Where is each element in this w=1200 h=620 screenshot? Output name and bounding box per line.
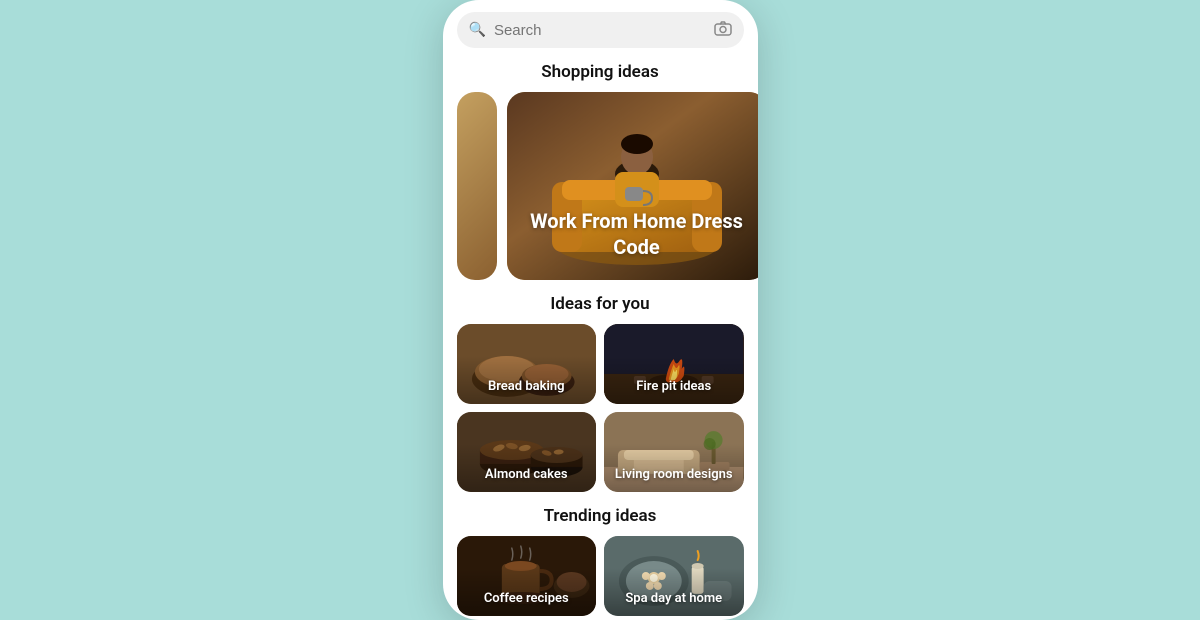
shopping-carousel[interactable]: Work From Home Dress Code [443,92,758,280]
ideas-grid: Bread baking [443,324,758,492]
trending-card-spa-label: Spa day at home [604,536,744,616]
idea-card-almond-cakes[interactable]: Almond cakes [457,412,597,492]
idea-card-fire-pit[interactable]: Fire pit ideas [604,324,744,404]
scroll-content[interactable]: 🔍 Shopping ideas [443,0,758,620]
trending-ideas-title: Trending ideas [443,506,758,526]
idea-card-bread-label: Bread baking [457,324,597,404]
shopping-ideas-title: Shopping ideas [443,62,758,82]
phone-container: 🔍 Shopping ideas [443,0,758,620]
idea-card-firepit-label: Fire pit ideas [604,324,744,404]
shopping-card-main[interactable]: Work From Home Dress Code [507,92,758,280]
idea-card-almond-label: Almond cakes [457,412,597,492]
trending-grid: Coffee recipes [443,536,758,616]
ideas-for-you-title: Ideas for you [443,294,758,314]
search-icon: 🔍 [469,22,486,38]
search-bar[interactable]: 🔍 [457,12,744,48]
idea-card-bread-baking[interactable]: Bread baking [457,324,597,404]
idea-card-living-room[interactable]: Living room designs [604,412,744,492]
trending-card-spa[interactable]: Spa day at home [604,536,744,616]
search-input[interactable] [494,22,706,39]
idea-card-livingroom-label: Living room designs [604,412,744,492]
trending-card-coffee-label: Coffee recipes [457,536,597,616]
shopping-card-label: Work From Home Dress Code [507,208,758,260]
carousel-side-left [457,92,497,280]
camera-icon[interactable] [714,20,732,40]
trending-card-coffee[interactable]: Coffee recipes [457,536,597,616]
